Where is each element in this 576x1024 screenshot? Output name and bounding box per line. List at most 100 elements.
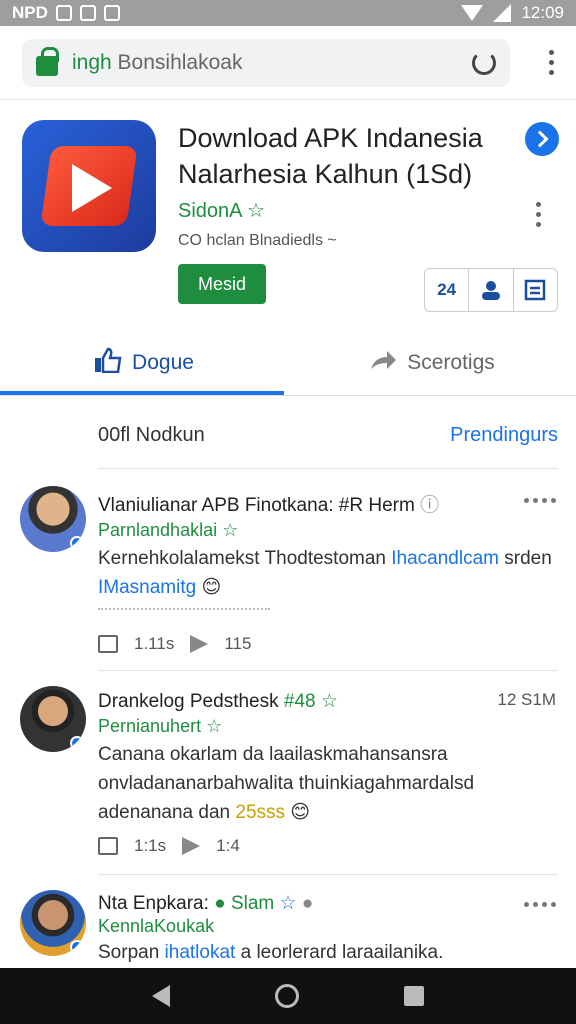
notification-icon <box>103 5 120 21</box>
tab-label: Dogue <box>132 350 194 374</box>
review-body: Canana okarlam da laailaskmahansansra on… <box>98 740 558 827</box>
reviewer-name-text: Drankelog Pedsthesk <box>98 691 279 712</box>
emoji-icon: 😊 <box>290 802 311 823</box>
pin-icon: ● <box>301 893 314 914</box>
share-icon[interactable] <box>182 837 201 855</box>
developer-link[interactable]: SidonA ☆ <box>178 198 265 223</box>
wifi-icon <box>461 5 484 21</box>
notification-icon <box>79 5 96 21</box>
tab-settings[interactable]: Scerotigs <box>288 330 576 395</box>
star-icon: ☆ <box>222 520 239 540</box>
url-path: Bonsihlakoak <box>111 51 243 74</box>
home-icon[interactable] <box>274 984 299 1008</box>
recents-icon[interactable] <box>403 986 424 1006</box>
tab-dogue[interactable]: Dogue <box>0 330 288 395</box>
review-stats: 1:1s 1:4 <box>98 836 240 856</box>
action-count-button[interactable]: 24 <box>425 269 470 311</box>
system-nav-bar <box>0 968 576 1024</box>
review-more-icon[interactable] <box>524 498 556 503</box>
signal-icon <box>493 4 512 22</box>
reviewer-sub: KennlaKoukak <box>98 916 215 936</box>
review-text: srden <box>499 548 552 569</box>
star-icon: ☆ <box>246 200 265 222</box>
url-text: ingh Bonsihlakoak <box>72 51 242 75</box>
like-icon[interactable] <box>98 635 118 653</box>
review-text: Canana okarlam da laailaskmahansansra on… <box>98 744 475 823</box>
reviewer-name-text: Nta Enpkara: <box>98 893 209 914</box>
action-buttons: 24 <box>424 268 558 312</box>
share-icon[interactable] <box>190 635 209 653</box>
like-count: 1:1s <box>134 836 167 855</box>
review-body: Sorpan ihatlokat a leorlerard laraailani… <box>98 938 558 967</box>
user-icon[interactable] <box>469 269 514 311</box>
reviews-sort-link[interactable]: Prendingurs <box>450 424 558 447</box>
status-time: 12:09 <box>521 3 564 22</box>
reviewer-name[interactable]: Vlaniulianar APB Finotkana: #R Herm ⓘ <box>98 490 439 517</box>
divider <box>98 670 558 671</box>
reviewer-sub-text: Pernianuhert <box>98 716 202 736</box>
review-text: Kernehkolalamekst Thodtestoman <box>98 548 392 569</box>
play-icon <box>72 164 112 212</box>
browser-menu-icon[interactable] <box>549 50 554 75</box>
share-count: 115 <box>224 634 252 653</box>
status-left: NPD <box>12 3 120 23</box>
url-domain: ingh <box>72 51 112 74</box>
status-right: 12:09 <box>461 3 564 23</box>
share-arrow-icon <box>369 349 397 377</box>
app-icon <box>22 120 156 252</box>
review-link[interactable]: ihatlokat <box>165 942 236 963</box>
avatar[interactable] <box>20 486 86 552</box>
like-count: 1.11s <box>134 634 175 653</box>
reviewer-name[interactable]: Nta Enpkara: ● Slam ☆ ● <box>98 892 313 915</box>
tab-indicator <box>0 391 284 395</box>
lock-icon <box>36 47 59 76</box>
star-icon: ☆ <box>320 691 338 712</box>
reviewer-sub-text: Parnlandhaklai <box>98 520 218 540</box>
notification-icon <box>55 5 72 21</box>
reload-icon[interactable] <box>472 51 496 75</box>
review-link[interactable]: Ihacandlcam <box>391 548 499 569</box>
open-arrow-button[interactable] <box>525 122 559 156</box>
avatar[interactable] <box>20 890 86 956</box>
reviewer-sub: Pernianuhert ☆ <box>98 716 222 737</box>
list-icon[interactable] <box>514 269 557 311</box>
tab-label: Scerotigs <box>407 350 495 374</box>
thumbs-up-icon <box>94 347 122 379</box>
status-carrier: NPD <box>12 3 48 22</box>
tab-bar: Dogue Scerotigs <box>0 330 576 396</box>
reviewer-tag: Slam <box>230 893 275 914</box>
reviews-header: 00fl Nodkun Prendingurs <box>98 424 558 447</box>
review-link[interactable]: IMasnamitg <box>98 577 196 598</box>
review-body: Kernehkolalamekst Thodtestoman Ihacandlc… <box>98 544 558 602</box>
browser-toolbar: ingh Bonsihlakoak <box>0 26 576 100</box>
emoji-icon: 😊 <box>201 577 222 598</box>
avatar[interactable] <box>20 686 86 752</box>
reviews-title: 00fl Nodkun <box>98 424 205 446</box>
back-icon[interactable] <box>152 985 171 1007</box>
chat-icon: ● <box>214 893 226 914</box>
review-text: Sorpan <box>98 942 165 963</box>
app-title: Download APK Indanesia Nalarhesia Kalhun… <box>178 123 483 189</box>
reviewer-name-text: Vlaniulianar APB Finotkana: #R Herm <box>98 495 415 516</box>
review-time: 12 S1M <box>497 690 556 709</box>
app-more-icon[interactable] <box>536 202 541 227</box>
status-bar: NPD 12:09 <box>0 0 576 26</box>
app-meta: CO hclan Blnadiedls ~ <box>178 232 337 249</box>
star-icon: ☆ <box>206 716 223 736</box>
star-icon: ☆ <box>279 893 297 914</box>
reviewer-sub: Parnlandhaklai ☆ <box>98 520 238 541</box>
divider <box>98 468 558 469</box>
developer-name: SidonA <box>178 200 242 222</box>
reviewer-name[interactable]: Drankelog Pedsthesk #48 ☆ <box>98 690 338 713</box>
url-bar[interactable]: ingh Bonsihlakoak <box>22 39 510 87</box>
review-emphasis: 25sss <box>235 802 286 823</box>
install-button[interactable]: Mesid <box>178 264 266 304</box>
share-count: 1:4 <box>216 836 240 855</box>
review-stats: 1.11s 115 <box>98 634 251 654</box>
divider <box>98 874 558 875</box>
info-icon: ⓘ <box>420 495 440 516</box>
like-icon[interactable] <box>98 837 118 855</box>
review-more-icon[interactable] <box>524 902 556 907</box>
reviewer-tag: #48 <box>283 691 316 712</box>
review-text: a leorlerard laraailanika. <box>235 942 444 963</box>
